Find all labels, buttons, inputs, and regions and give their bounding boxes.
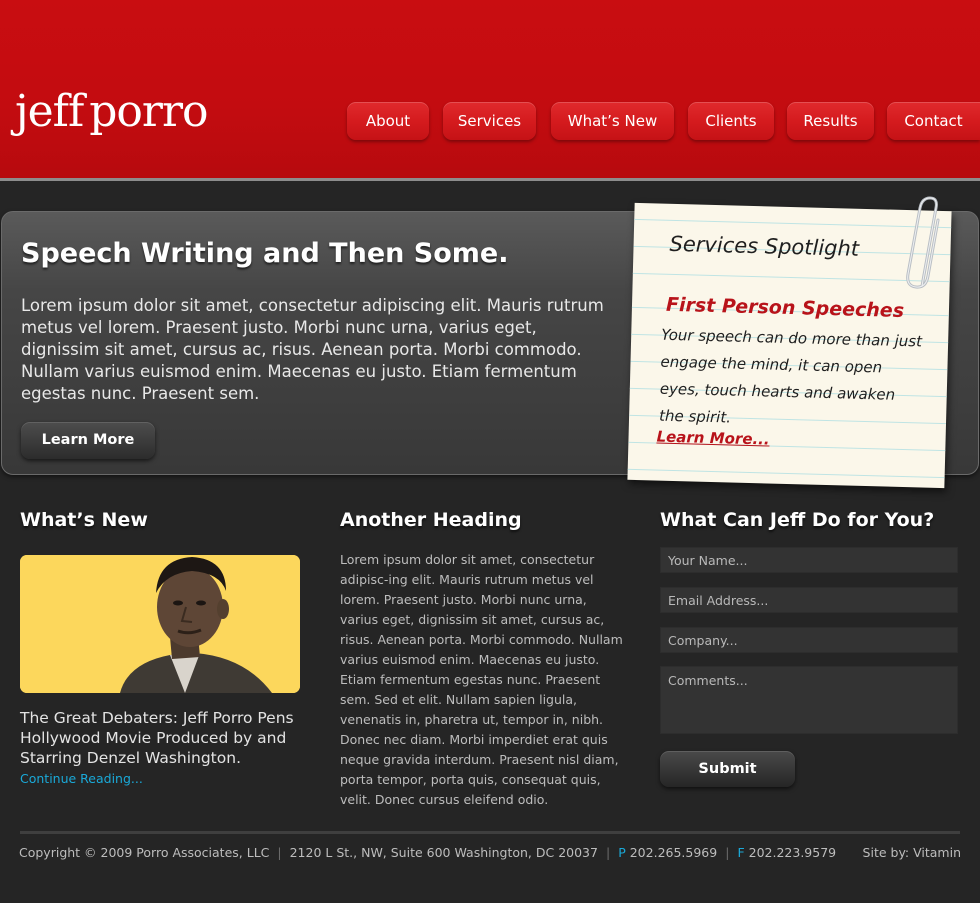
- learn-more-button[interactable]: Learn More: [21, 422, 155, 459]
- company-input[interactable]: [660, 627, 958, 653]
- footer-separator: |: [605, 845, 611, 860]
- comments-textarea[interactable]: [660, 666, 958, 734]
- nav-whats-new[interactable]: What’s New: [551, 102, 674, 140]
- spotlight-learn-more-link[interactable]: Learn More...: [656, 428, 769, 449]
- portrait-image: [20, 555, 300, 693]
- footer-address: 2120 L St., NW, Suite 600 Washington, DC…: [289, 845, 598, 860]
- footer-copyright: Copyright © 2009 Porro Associates, LLC: [19, 845, 270, 860]
- news-caption: The Great Debaters: Jeff Porro Pens Holl…: [20, 709, 294, 767]
- whats-new-heading: What’s New: [20, 509, 148, 531]
- nav-contact[interactable]: Contact: [887, 102, 980, 140]
- phone-label: P: [618, 845, 626, 860]
- hero-title: Speech Writing and Then Some.: [21, 238, 509, 269]
- news-photo[interactable]: [20, 555, 300, 693]
- submit-button[interactable]: Submit: [660, 751, 795, 787]
- spotlight-body: Your speech can do more than just engage…: [658, 325, 923, 427]
- footer-phone: 202.265.5969: [629, 845, 718, 860]
- another-heading: Another Heading: [340, 509, 522, 531]
- site-header: jeff porro About Services What’s New Clie…: [0, 0, 980, 181]
- contact-form-heading: What Can Jeff Do for You?: [660, 509, 935, 531]
- hero-body: Lorem ipsum dolor sit amet, consectetur …: [21, 296, 604, 403]
- footer-separator: |: [725, 845, 730, 860]
- site-credit-link[interactable]: Site by: Vitamin: [863, 845, 961, 860]
- footer-separator: |: [277, 845, 282, 860]
- email-input[interactable]: [660, 587, 958, 613]
- nav-clients[interactable]: Clients: [688, 102, 774, 140]
- another-body: Lorem ipsum dolor sit amet, consectetur …: [340, 552, 623, 807]
- footer-divider: [20, 831, 960, 834]
- fax-label: F: [737, 845, 745, 860]
- footer-fax: 202.223.9579: [748, 845, 837, 860]
- nav-services[interactable]: Services: [443, 102, 536, 140]
- logo-first-word: jeff: [15, 86, 84, 137]
- continue-reading-link[interactable]: Continue Reading...: [20, 771, 143, 786]
- logo-second-word: porro: [89, 86, 208, 137]
- nav-about[interactable]: About: [347, 102, 429, 140]
- footer-info: Copyright © 2009 Porro Associates, LLC | 2…: [19, 845, 836, 860]
- paperclip-icon: [906, 196, 940, 289]
- name-input[interactable]: [660, 547, 958, 573]
- site-logo[interactable]: jeff porro: [15, 86, 208, 137]
- nav-results[interactable]: Results: [787, 102, 874, 140]
- spotlight-title: Services Spotlight: [669, 231, 860, 261]
- spotlight-subtitle: First Person Speeches: [665, 293, 905, 322]
